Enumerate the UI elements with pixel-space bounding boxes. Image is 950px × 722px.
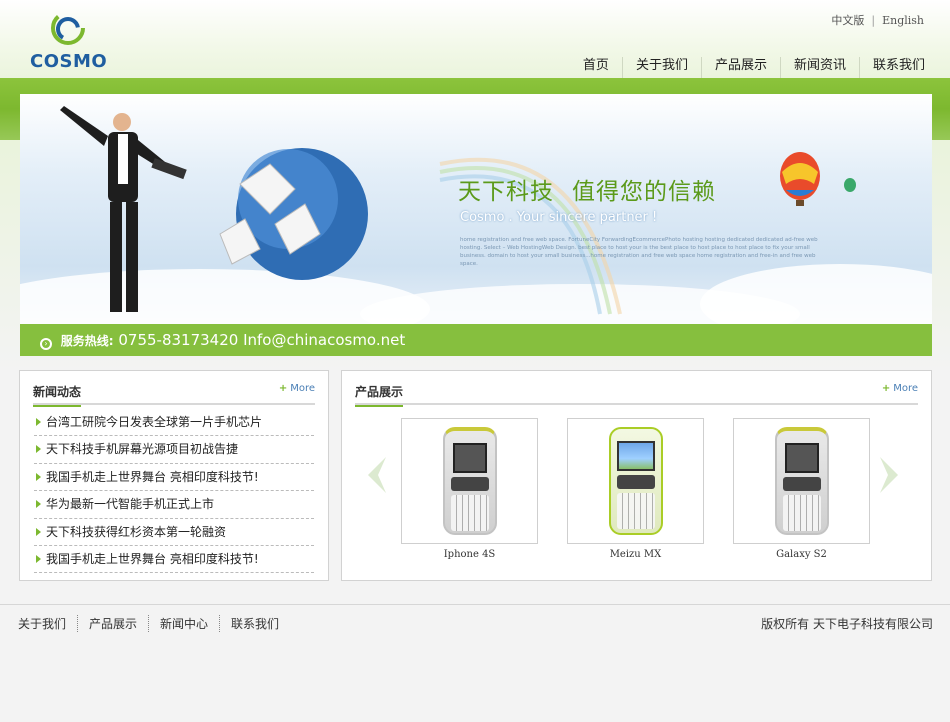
phone-image (609, 427, 663, 535)
news-item-title: 天下科技获得红杉资本第一轮融资 (46, 524, 227, 539)
products-panel: 产品展示 + More Iphone 4S Meizu MX Galaxy S2 (341, 370, 932, 581)
hotline-bar: › 服务热线: 0755-83173420 Info@chinacosmo.ne… (20, 324, 932, 356)
news-panel-title: 新闻动态 (33, 383, 82, 407)
news-item[interactable]: 台湾工研院今日发表全球第一片手机芯片 (34, 409, 314, 437)
logo-text: COSMO (30, 51, 108, 72)
phone-image (443, 427, 497, 535)
news-panel-header: 新闻动态 + More (33, 381, 315, 407)
banner-subtitle: Cosmo . Your sincere partner ! (460, 210, 658, 225)
slogan-right: 值得您的信赖 (572, 179, 716, 205)
news-item-title: 天下科技手机屏幕光源项目初战告捷 (46, 442, 239, 457)
hotline-label: 服务热线: (60, 334, 114, 348)
news-item-title: 我国手机走上世界舞台 亮相印度科技节! (46, 551, 259, 566)
nav-about[interactable]: 关于我们 (621, 57, 701, 79)
product-name[interactable]: Iphone 4S (401, 549, 538, 560)
news-item-title: 华为最新一代智能手机正式上市 (46, 497, 215, 512)
footer-link-contact[interactable]: 联系我们 (219, 615, 290, 632)
news-more-label: More (290, 383, 315, 394)
products-panel-header: 产品展示 + More (355, 381, 918, 407)
news-item[interactable]: 我国手机走上世界舞台 亮相印度科技节! (34, 546, 314, 574)
nav-news[interactable]: 新闻资讯 (779, 57, 859, 79)
lang-english-link[interactable]: English (882, 14, 924, 27)
hotline-value: 0755-83173420 Info@chinacosmo.net (118, 331, 406, 349)
news-item[interactable]: 天下科技手机屏幕光源项目初战告捷 (34, 436, 314, 464)
news-more-link[interactable]: + More (279, 383, 315, 394)
nav-home[interactable]: 首页 (570, 57, 622, 79)
news-item-title: 我国手机走上世界舞台 亮相印度科技节! (46, 469, 259, 484)
nav-products[interactable]: 产品展示 (700, 57, 780, 79)
slogan-left: 天下科技 (458, 179, 554, 205)
footer-link-news[interactable]: 新闻中心 (148, 615, 219, 632)
header: COSMO 中文版 | English 首页 关于我们 产品展示 新闻资讯 联系我们 (0, 0, 950, 80)
chevron-right-icon[interactable] (876, 455, 902, 495)
news-item[interactable]: 我国手机走上世界舞台 亮相印度科技节! (34, 464, 314, 492)
products-more-label: More (893, 383, 918, 394)
copyright: 版权所有 天下电子科技有限公司 (761, 617, 933, 631)
products-panel-title: 产品展示 (355, 383, 404, 407)
bullet-arrow-icon (36, 418, 41, 426)
banner-fine-print: home registration and free web space. Fo… (460, 237, 818, 267)
plus-icon: + (278, 383, 288, 394)
product-name[interactable]: Meizu MX (567, 549, 704, 560)
hot-air-balloon-icon (780, 152, 856, 206)
lang-chinese-link[interactable]: 中文版 (831, 14, 864, 27)
news-item-title: 台湾工研院今日发表全球第一片手机芯片 (46, 415, 263, 429)
footer-nav: 关于我们 产品展示 新闻中心 联系我们 (18, 615, 290, 632)
phone-image (775, 427, 829, 535)
footer: 关于我们 产品展示 新闻中心 联系我们 版权所有 天下电子科技有限公司 (0, 604, 950, 722)
main-nav: 首页 关于我们 产品展示 新闻资讯 联系我们 (570, 57, 938, 79)
product-card[interactable] (401, 418, 538, 544)
arrow-circle-icon: › (40, 338, 52, 350)
banner-illustration (20, 106, 932, 324)
news-item[interactable]: 天下科技获得红杉资本第一轮融资 (34, 519, 314, 546)
page: COSMO 中文版 | English 首页 关于我们 产品展示 新闻资讯 联系我们 (0, 0, 950, 722)
globe-icon (219, 148, 368, 280)
footer-link-about[interactable]: 关于我们 (18, 615, 77, 632)
bullet-arrow-icon (36, 527, 41, 536)
product-name[interactable]: Galaxy S2 (733, 549, 870, 560)
bullet-arrow-icon (36, 445, 41, 454)
news-list: 台湾工研院今日发表全球第一片手机芯片 天下科技手机屏幕光源项目初战告捷 我国手机… (34, 409, 314, 574)
banner-slogan: 天下科技 值得您的信赖 (458, 172, 716, 206)
logo[interactable]: COSMO (28, 8, 108, 72)
news-item[interactable]: 华为最新一代智能手机正式上市 (34, 491, 314, 519)
footer-link-products[interactable]: 产品展示 (77, 615, 148, 632)
news-panel: 新闻动态 + More 台湾工研院今日发表全球第一片手机芯片 天下科技手机屏幕光源… (19, 370, 329, 581)
language-switch: 中文版 | English (831, 14, 924, 27)
nav-contact[interactable]: 联系我们 (858, 57, 938, 79)
product-card[interactable] (567, 418, 704, 544)
products-more-link[interactable]: + More (882, 383, 918, 394)
bullet-arrow-icon (36, 500, 41, 509)
bullet-arrow-icon (36, 554, 41, 563)
logo-swirl-icon (51, 11, 85, 45)
hero-banner: 天下科技 值得您的信赖 Cosmo . Your sincere partner … (20, 94, 932, 356)
product-card[interactable] (733, 418, 870, 544)
chevron-left-icon[interactable] (364, 455, 390, 495)
banner-sky: 天下科技 值得您的信赖 Cosmo . Your sincere partner … (20, 94, 932, 324)
bullet-arrow-icon (36, 472, 41, 481)
plus-icon: + (881, 383, 891, 394)
